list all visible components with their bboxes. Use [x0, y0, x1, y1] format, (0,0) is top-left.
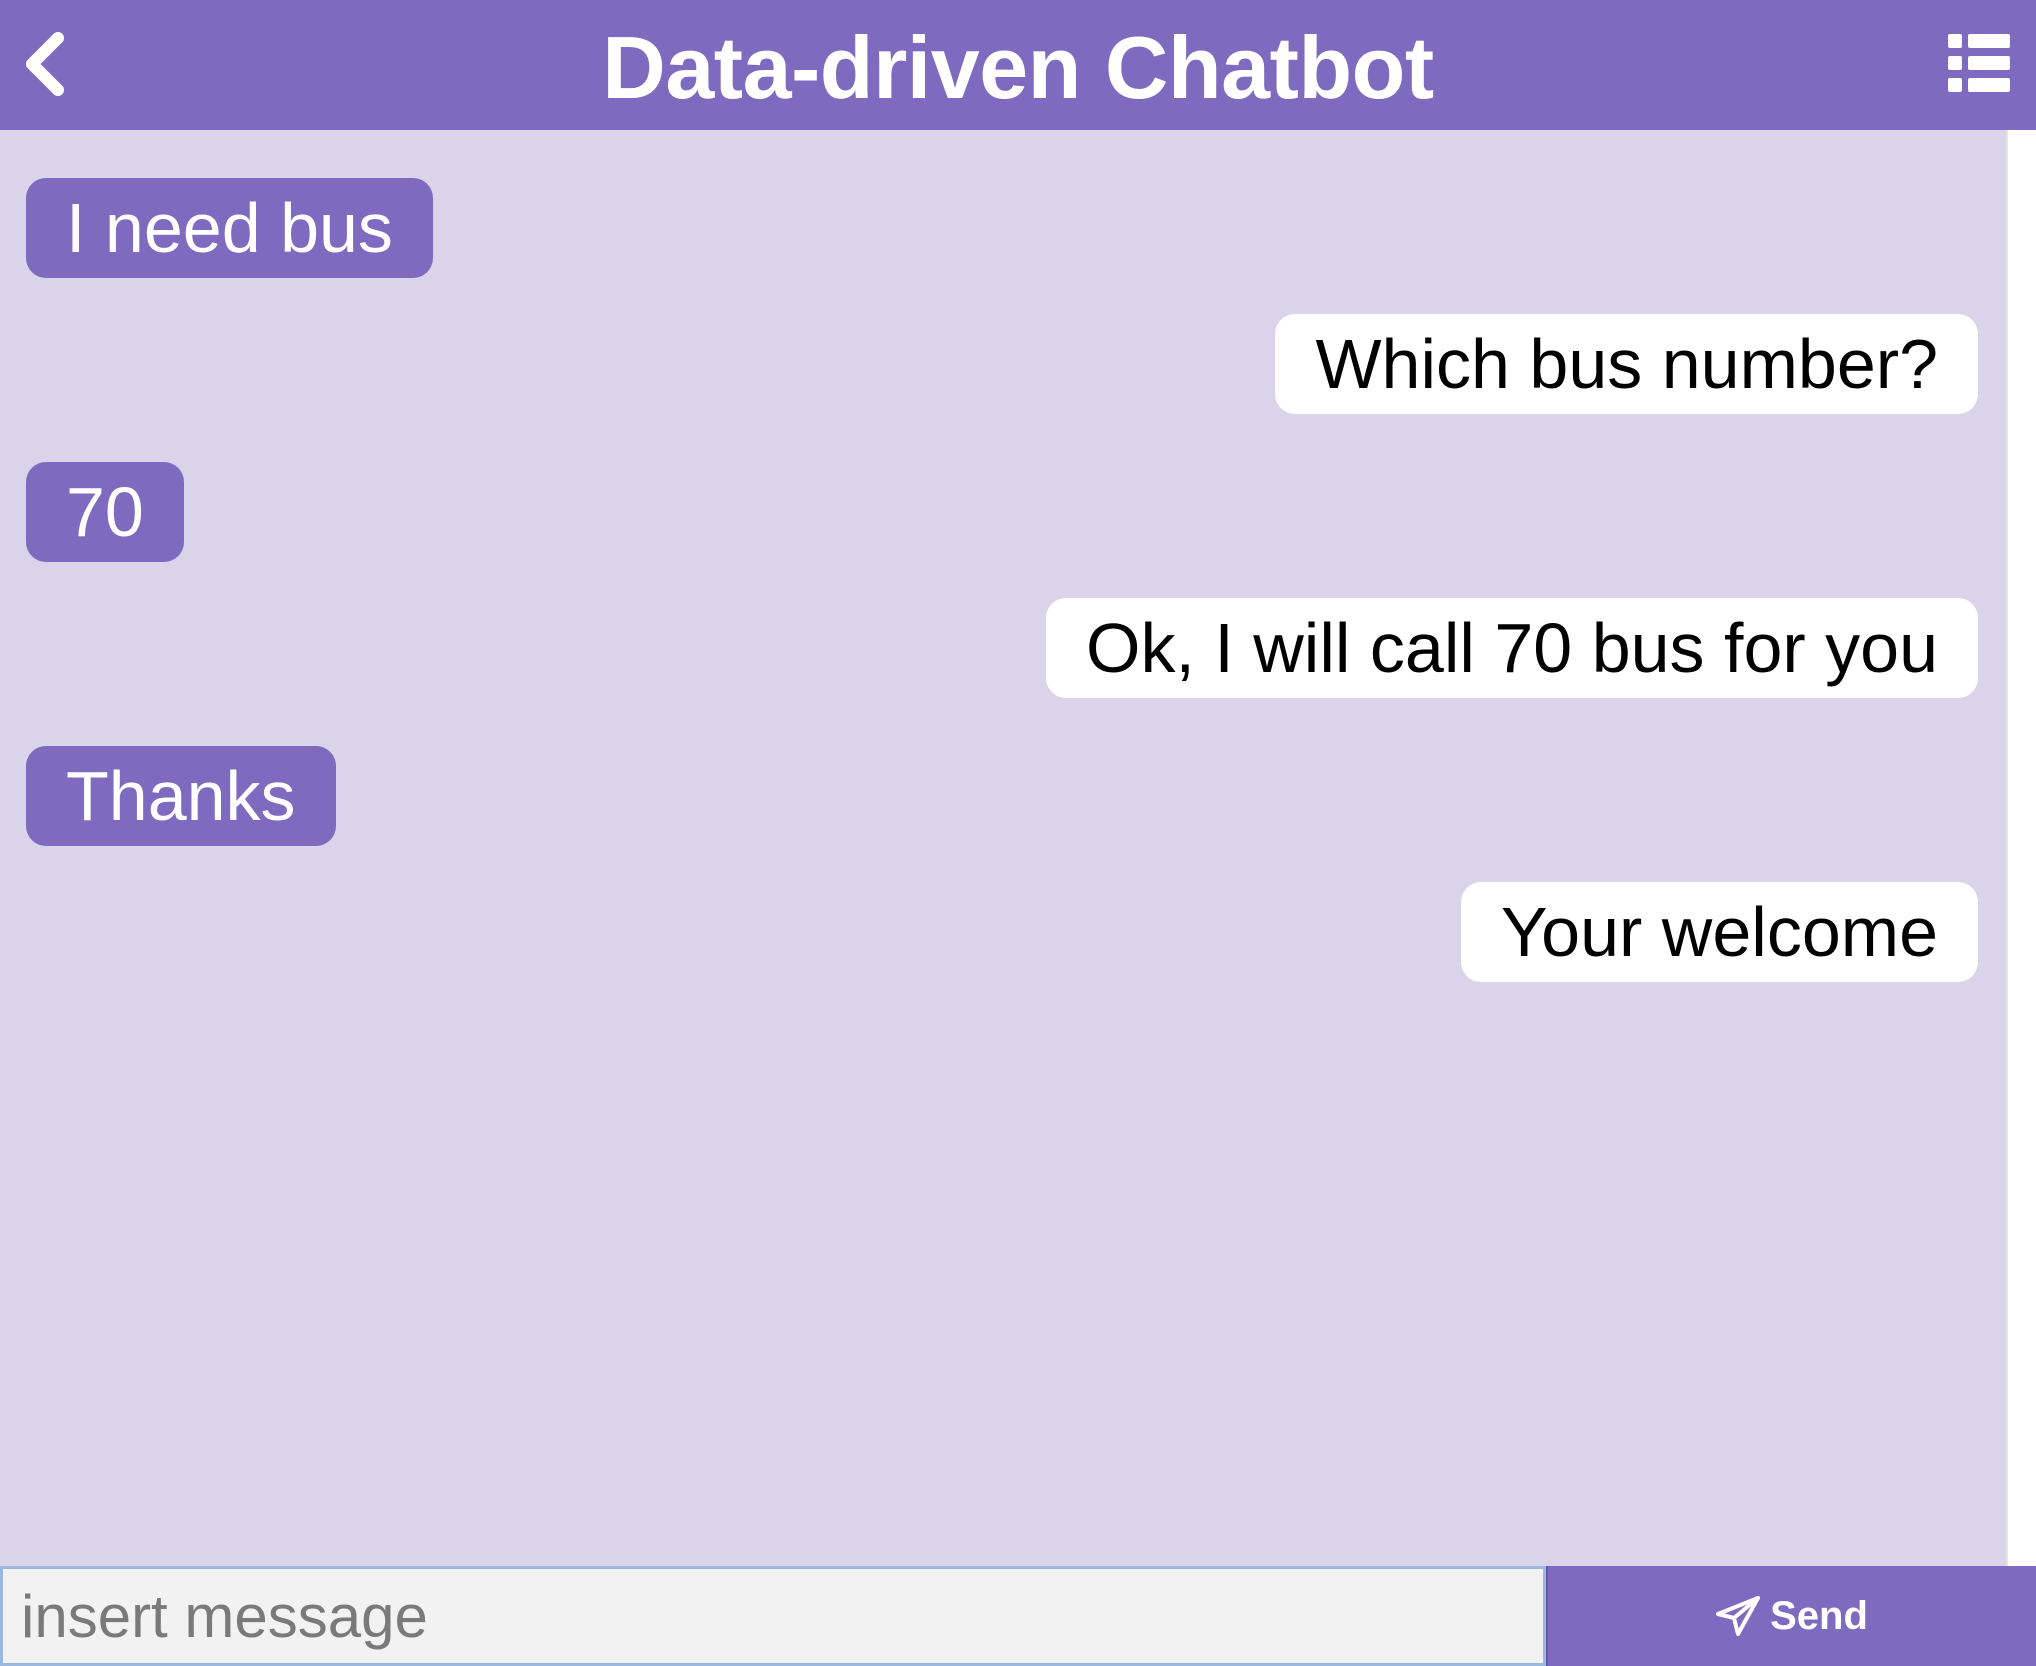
user-message-bubble: Thanks — [26, 746, 336, 846]
message-input[interactable] — [0, 1566, 1546, 1666]
bot-message-bubble: Ok, I will call 70 bus for you — [1046, 598, 1978, 698]
chat-scrollbar[interactable] — [2006, 130, 2036, 1566]
send-button[interactable]: Send — [1546, 1566, 2036, 1666]
chat-message-list[interactable]: I need bus Which bus number? 70 Ok, I wi… — [0, 130, 2006, 1566]
bot-message-bubble: Which bus number? — [1275, 314, 1978, 414]
bot-message-bubble: Your welcome — [1460, 882, 1978, 982]
menu-button[interactable] — [1948, 34, 2010, 92]
composer-bar: Send — [0, 1566, 2036, 1666]
send-button-label: Send — [1770, 1593, 1868, 1638]
page-title: Data-driven Chatbot — [602, 18, 1434, 117]
header-bar: Data-driven Chatbot — [0, 0, 2036, 130]
chat-app: Data-driven Chatbot I need bus Which bus… — [0, 0, 2036, 1666]
user-message-bubble: I need bus — [26, 178, 433, 278]
list-icon — [1948, 34, 2010, 92]
user-message-bubble: 70 — [26, 462, 184, 562]
paper-plane-icon — [1716, 1596, 1761, 1636]
